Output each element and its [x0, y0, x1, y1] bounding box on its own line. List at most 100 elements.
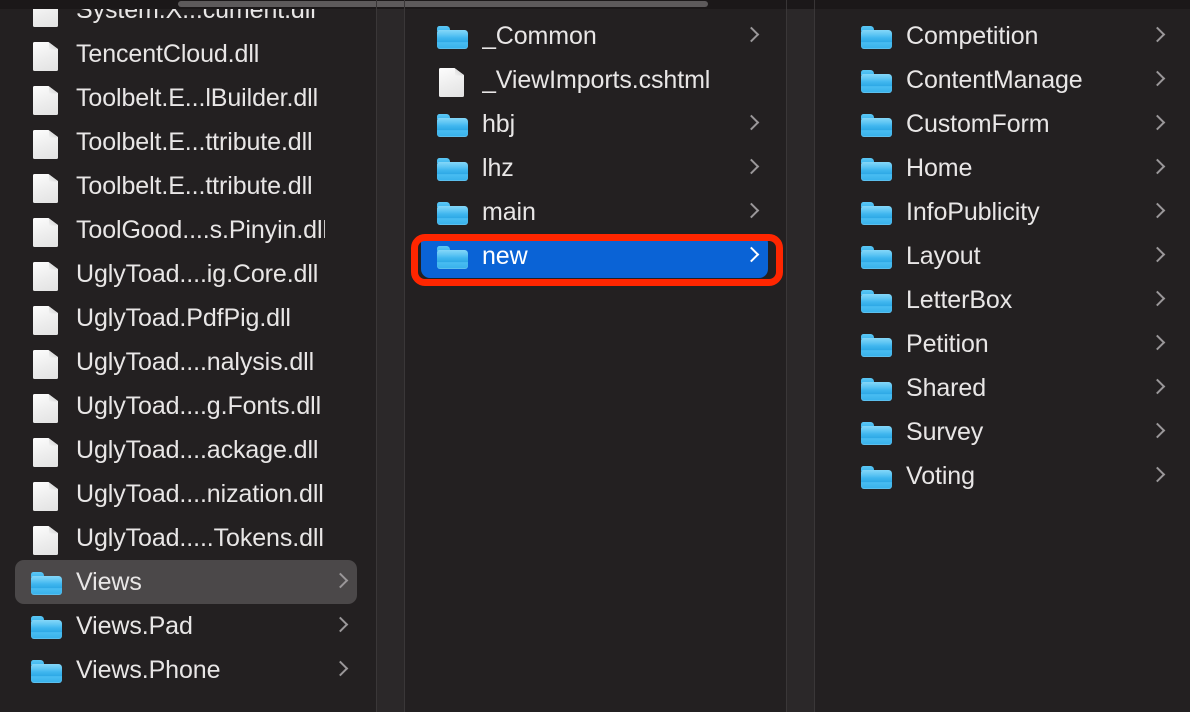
- chevron-right-icon[interactable]: [1150, 465, 1164, 487]
- list-item-label: hbj: [482, 110, 736, 138]
- column-divider-1[interactable]: [376, 9, 405, 712]
- list-item[interactable]: InfoPublicity: [845, 190, 1174, 234]
- list-item[interactable]: hbj: [421, 102, 768, 146]
- list-item[interactable]: Views: [15, 560, 357, 604]
- chevron-right-icon[interactable]: [744, 25, 758, 47]
- list-item[interactable]: UglyToad....g.Fonts.dll: [15, 384, 357, 428]
- list-item[interactable]: Toolbelt.E...ttribute.dll: [15, 164, 357, 208]
- folder-icon: [861, 198, 892, 226]
- document-icon: [31, 40, 62, 68]
- chevron-right-icon[interactable]: [1150, 157, 1164, 179]
- document-icon: [31, 436, 62, 464]
- list-item[interactable]: LetterBox: [845, 278, 1174, 322]
- list-item-label: Competition: [906, 22, 1142, 50]
- list-item[interactable]: Toolbelt.E...lBuilder.dll: [15, 76, 357, 120]
- list-item[interactable]: Shared: [845, 366, 1174, 410]
- list-item-label: ContentManage: [906, 66, 1142, 94]
- list-item[interactable]: CustomForm: [845, 102, 1174, 146]
- list-item[interactable]: UglyToad....nalysis.dll: [15, 340, 357, 384]
- folder-icon: [31, 612, 62, 640]
- list-item[interactable]: Survey: [845, 410, 1174, 454]
- folder-icon: [437, 242, 468, 270]
- document-icon: [437, 66, 468, 94]
- list-item[interactable]: lhz: [421, 146, 768, 190]
- list-item[interactable]: UglyToad....nization.dll: [15, 472, 357, 516]
- chevron-right-icon[interactable]: [1150, 421, 1164, 443]
- chevron-right-icon[interactable]: [744, 157, 758, 179]
- folder-icon: [861, 242, 892, 270]
- document-icon: [31, 348, 62, 376]
- list-item[interactable]: System.X...cument.dll: [15, 9, 357, 32]
- list-item-label: LetterBox: [906, 286, 1142, 314]
- list-item-label: UglyToad....ackage.dll: [76, 436, 325, 464]
- folder-icon: [437, 110, 468, 138]
- list-item[interactable]: UglyToad....ig.Core.dll: [15, 252, 357, 296]
- chevron-placeholder: [333, 131, 347, 153]
- chevron-right-icon[interactable]: [333, 659, 347, 681]
- list-item[interactable]: main: [421, 190, 768, 234]
- list-item-label: InfoPublicity: [906, 198, 1142, 226]
- chevron-right-icon[interactable]: [744, 113, 758, 135]
- folder-icon: [861, 418, 892, 446]
- list-item-label: TencentCloud.dll: [76, 40, 325, 68]
- list-item-label: UglyToad....ig.Core.dll: [76, 260, 325, 288]
- folder-icon: [861, 154, 892, 182]
- chevron-placeholder: [333, 175, 347, 197]
- folder-icon: [861, 22, 892, 50]
- folder-icon: [861, 286, 892, 314]
- list-item[interactable]: Views.Phone: [15, 648, 357, 692]
- list-item[interactable]: Voting: [845, 454, 1174, 498]
- document-icon: [31, 392, 62, 420]
- chevron-right-icon[interactable]: [744, 201, 758, 223]
- list-item[interactable]: Toolbelt.E...ttribute.dll: [15, 120, 357, 164]
- list-item[interactable]: ContentManage: [845, 58, 1174, 102]
- chevron-right-icon[interactable]: [1150, 289, 1164, 311]
- list-item[interactable]: Home: [845, 146, 1174, 190]
- list-item[interactable]: TencentCloud.dll: [15, 32, 357, 76]
- list-item-label: Views.Phone: [76, 656, 325, 684]
- list-item-label: Layout: [906, 242, 1142, 270]
- list-item-label: Voting: [906, 462, 1142, 490]
- list-item[interactable]: UglyToad....ackage.dll: [15, 428, 357, 472]
- list-item[interactable]: _Common: [421, 14, 768, 58]
- list-item-label: lhz: [482, 154, 736, 182]
- chevron-placeholder: [744, 69, 758, 91]
- column-3-list: Competition ContentManage CustomFormHome In…: [815, 14, 1190, 498]
- column-divider-2[interactable]: [786, 9, 815, 712]
- chevron-right-icon[interactable]: [1150, 113, 1164, 135]
- document-icon: [31, 260, 62, 288]
- finder-column-browser: System.X...cument.dll TencentCloud.dll Too…: [0, 0, 1190, 712]
- list-item[interactable]: UglyToad.PdfPig.dll: [15, 296, 357, 340]
- document-icon: [31, 480, 62, 508]
- chevron-right-icon[interactable]: [333, 615, 347, 637]
- chevron-right-icon[interactable]: [333, 571, 347, 593]
- chevron-right-icon[interactable]: [1150, 245, 1164, 267]
- list-item[interactable]: UglyToad.....Tokens.dll: [15, 516, 357, 560]
- list-item[interactable]: Competition: [845, 14, 1174, 58]
- folder-icon: [861, 330, 892, 358]
- finder-column-2[interactable]: _Common_ViewImports.cshtmlhbj lhz mainnew: [405, 9, 786, 712]
- horizontal-scrollbar[interactable]: [0, 0, 1190, 9]
- folder-icon: [31, 656, 62, 684]
- chevron-right-icon[interactable]: [1150, 25, 1164, 47]
- finder-column-3[interactable]: Competition ContentManage CustomFormHome In…: [815, 9, 1190, 712]
- list-item[interactable]: Layout: [845, 234, 1174, 278]
- chevron-right-icon[interactable]: [1150, 201, 1164, 223]
- list-item[interactable]: Views.Pad: [15, 604, 357, 648]
- list-item[interactable]: Petition: [845, 322, 1174, 366]
- chevron-right-icon[interactable]: [1150, 69, 1164, 91]
- scrollbar-thumb[interactable]: [178, 1, 708, 7]
- finder-column-1[interactable]: System.X...cument.dll TencentCloud.dll Too…: [0, 9, 376, 712]
- folder-icon: [437, 22, 468, 50]
- chevron-placeholder: [333, 87, 347, 109]
- scrollbar-separator-4: [814, 0, 815, 9]
- list-item[interactable]: _ViewImports.cshtml: [421, 58, 768, 102]
- list-item-label: Toolbelt.E...ttribute.dll: [76, 128, 325, 156]
- chevron-right-icon[interactable]: [1150, 333, 1164, 355]
- folder-icon: [861, 66, 892, 94]
- chevron-right-icon[interactable]: [1150, 377, 1164, 399]
- chevron-right-icon[interactable]: [744, 245, 758, 267]
- chevron-placeholder: [333, 395, 347, 417]
- list-item[interactable]: ToolGood....s.Pinyin.dll: [15, 208, 357, 252]
- list-item[interactable]: new: [421, 234, 768, 278]
